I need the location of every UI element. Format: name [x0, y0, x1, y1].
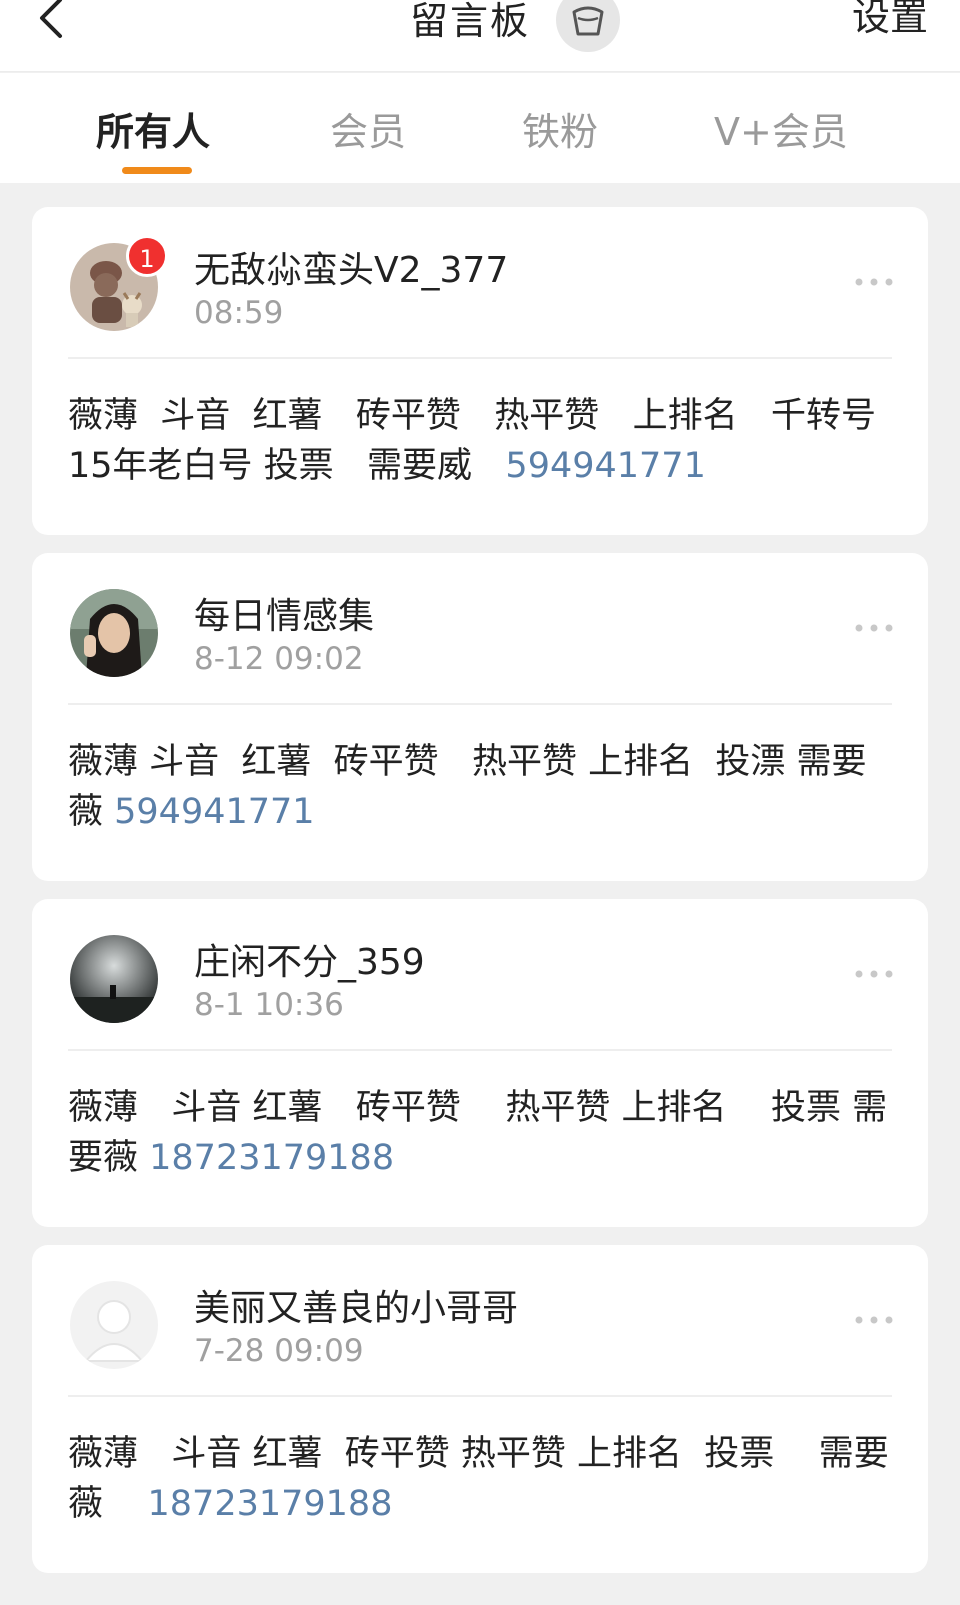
- message-card[interactable]: 1 无敌尛蛮头V2_377 08:59 薇薄 斗音 红薯 砖平赞 热平赞 上排名…: [32, 207, 928, 535]
- settings-button[interactable]: 设置: [852, 0, 928, 41]
- filter-tabs: 所有人 会员 铁粉 V+会员: [0, 73, 960, 183]
- timestamp: 7-28 09:09: [194, 1333, 364, 1369]
- message-text: 薇薄 斗音 红薯 砖平赞 热平赞 上排名 投票 需要薇 18723179188: [68, 1083, 898, 1183]
- message-text: 薇薄 斗音 红薯 砖平赞 热平赞 上排名 投漂 需要薇 594941771: [68, 737, 898, 837]
- tab-members[interactable]: 会员: [330, 101, 406, 156]
- tab-vplus-members[interactable]: V+会员: [714, 101, 848, 156]
- timestamp: 8-1 10:36: [194, 987, 344, 1023]
- contact-number[interactable]: 594941771: [505, 446, 705, 486]
- top-bar: 留言板 设置: [0, 0, 960, 72]
- contact-number[interactable]: 18723179188: [148, 1484, 393, 1524]
- username[interactable]: 庄闲不分_359: [194, 933, 425, 985]
- message-card[interactable]: 庄闲不分_359 8-1 10:36 薇薄 斗音 红薯 砖平赞 热平赞 上排名 …: [32, 899, 928, 1227]
- timestamp: 8-12 09:02: [194, 641, 364, 677]
- message-body: 薇薄 斗音 红薯 砖平赞 热平赞 上排名 千转号 15年老白号 投票 需要威: [68, 396, 888, 486]
- photo-avatar-landscape[interactable]: [70, 935, 158, 1023]
- title-group: 留言板: [410, 0, 621, 52]
- pudding-mascot-icon[interactable]: [556, 0, 621, 52]
- divider: [68, 1395, 892, 1397]
- message-text: 薇薄 斗音 红薯 砖平赞 热平赞 上排名 千转号 15年老白号 投票 需要威 5…: [68, 391, 898, 491]
- username[interactable]: 每日情感集: [194, 587, 374, 639]
- username[interactable]: 无敌尛蛮头V2_377: [194, 241, 508, 293]
- tab-iron-fans[interactable]: 铁粉: [522, 101, 598, 156]
- message-text: 薇薄 斗音 红薯 砖平赞 热平赞 上排名 投票 需要薇 18723179188: [68, 1429, 898, 1529]
- more-icon[interactable]: [854, 621, 894, 635]
- message-card[interactable]: 美丽又善良的小哥哥 7-28 09:09 薇薄 斗音 红薯 砖平赞 热平赞 上排…: [32, 1245, 928, 1573]
- more-icon[interactable]: [854, 1313, 894, 1327]
- contact-number[interactable]: 594941771: [114, 792, 314, 832]
- unread-badge: 1: [126, 235, 168, 277]
- divider: [68, 703, 892, 705]
- timestamp: 08:59: [194, 295, 284, 331]
- message-card[interactable]: 每日情感集 8-12 09:02 薇薄 斗音 红薯 砖平赞 热平赞 上排名 投漂…: [32, 553, 928, 881]
- more-icon[interactable]: [854, 275, 894, 289]
- photo-avatar-woman[interactable]: [70, 589, 158, 677]
- divider: [68, 357, 892, 359]
- default-avatar[interactable]: [70, 1281, 158, 1369]
- chevron-left-icon[interactable]: [30, 0, 74, 40]
- active-tab-indicator: [122, 167, 192, 174]
- divider: [68, 1049, 892, 1051]
- page-title: 留言板: [410, 0, 531, 43]
- username[interactable]: 美丽又善良的小哥哥: [194, 1279, 518, 1331]
- contact-number[interactable]: 18723179188: [149, 1138, 394, 1178]
- more-icon[interactable]: [854, 967, 894, 981]
- tab-everyone[interactable]: 所有人: [96, 101, 210, 156]
